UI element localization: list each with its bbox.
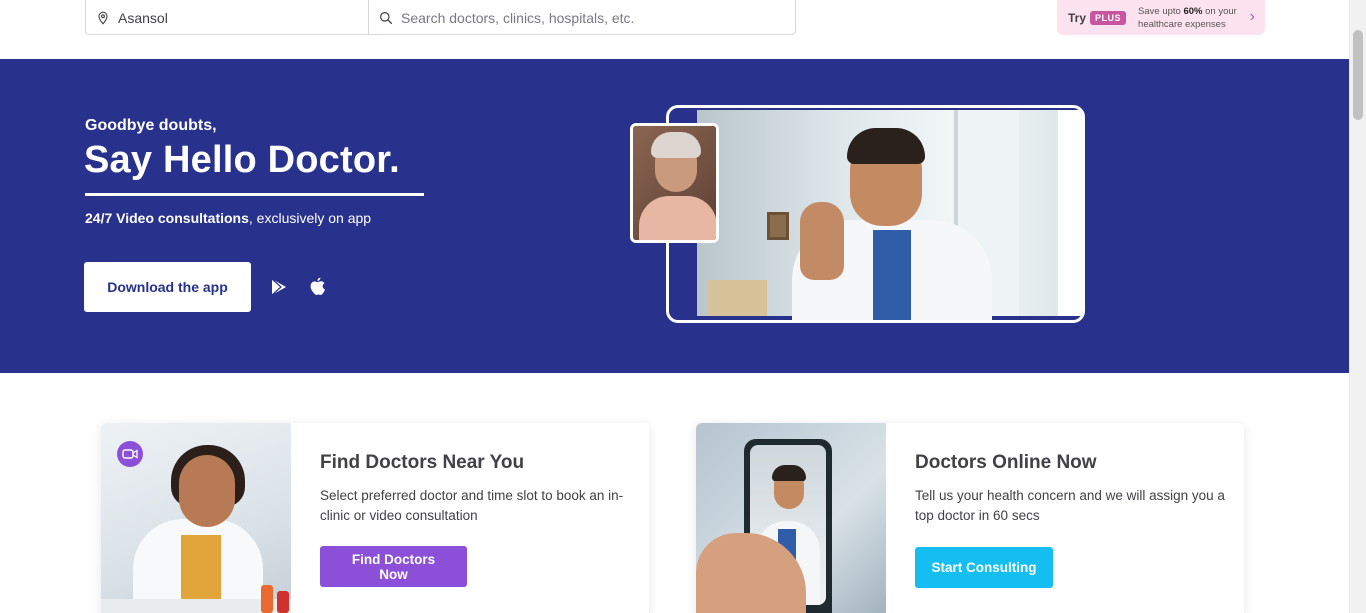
try-label: Try [1068, 10, 1087, 25]
search-field[interactable] [368, 0, 796, 35]
location-field[interactable] [85, 0, 369, 35]
save-percent: 60% [1183, 5, 1203, 17]
start-consulting-button[interactable]: Start Consulting [915, 547, 1053, 588]
card-description: Tell us your health concern and we will … [915, 488, 1225, 523]
plus-promo-banner[interactable]: Try PLUS Save upto 60% on your healthcar… [1057, 0, 1265, 35]
hero-banner: Goodbye doubts, Say Hello Doctor. 24/7 V… [0, 59, 1349, 373]
card-description: Select preferred doctor and time slot to… [320, 488, 624, 523]
doctor-photo [101, 423, 291, 613]
page-scrollbar[interactable] [1349, 0, 1366, 613]
plus-badge: PLUS [1090, 10, 1127, 25]
scrollbar-thumb[interactable] [1353, 30, 1363, 120]
save-prefix: Save upto [1138, 5, 1184, 17]
doctor-video-image [697, 110, 1059, 320]
card-title: Find Doctors Near You [320, 452, 525, 473]
page: Try PLUS Save upto 60% on your healthcar… [0, 0, 1366, 613]
find-doctors-card: Find Doctors Near You Select preferred d… [101, 423, 649, 613]
top-header: Try PLUS Save upto 60% on your healthcar… [0, 0, 1349, 59]
hero-title: Say Hello Doctor. [84, 139, 400, 181]
search-input[interactable] [401, 9, 791, 26]
patient-video-thumbnail [630, 123, 719, 243]
card-title: Doctors Online Now [915, 452, 1097, 473]
chevron-right-icon: › [1249, 8, 1255, 25]
hero-tag-bold: 24/7 Video consultations [85, 210, 249, 226]
hero-underline [85, 193, 424, 196]
play-store-icon[interactable] [270, 278, 288, 296]
video-call-frame [666, 105, 1085, 323]
video-camera-icon [117, 441, 143, 467]
doctors-online-card: Doctors Online Now Tell us your health c… [696, 423, 1244, 613]
plus-save-text: Save upto 60% on your healthcare expense… [1138, 5, 1248, 31]
location-input[interactable] [118, 9, 348, 26]
search-icon [380, 11, 393, 24]
hero-subtitle: Goodbye doubts, [85, 117, 217, 134]
video-call-photo [696, 423, 886, 613]
download-app-button[interactable]: Download the app [84, 262, 251, 312]
hero-tag-rest: , exclusively on app [248, 210, 372, 226]
hero-tagline: 24/7 Video consultations, exclusively on… [85, 210, 371, 226]
find-doctors-now-button[interactable]: Find Doctors Now [320, 546, 467, 587]
location-pin-icon [98, 11, 108, 25]
apple-icon[interactable] [309, 277, 326, 296]
